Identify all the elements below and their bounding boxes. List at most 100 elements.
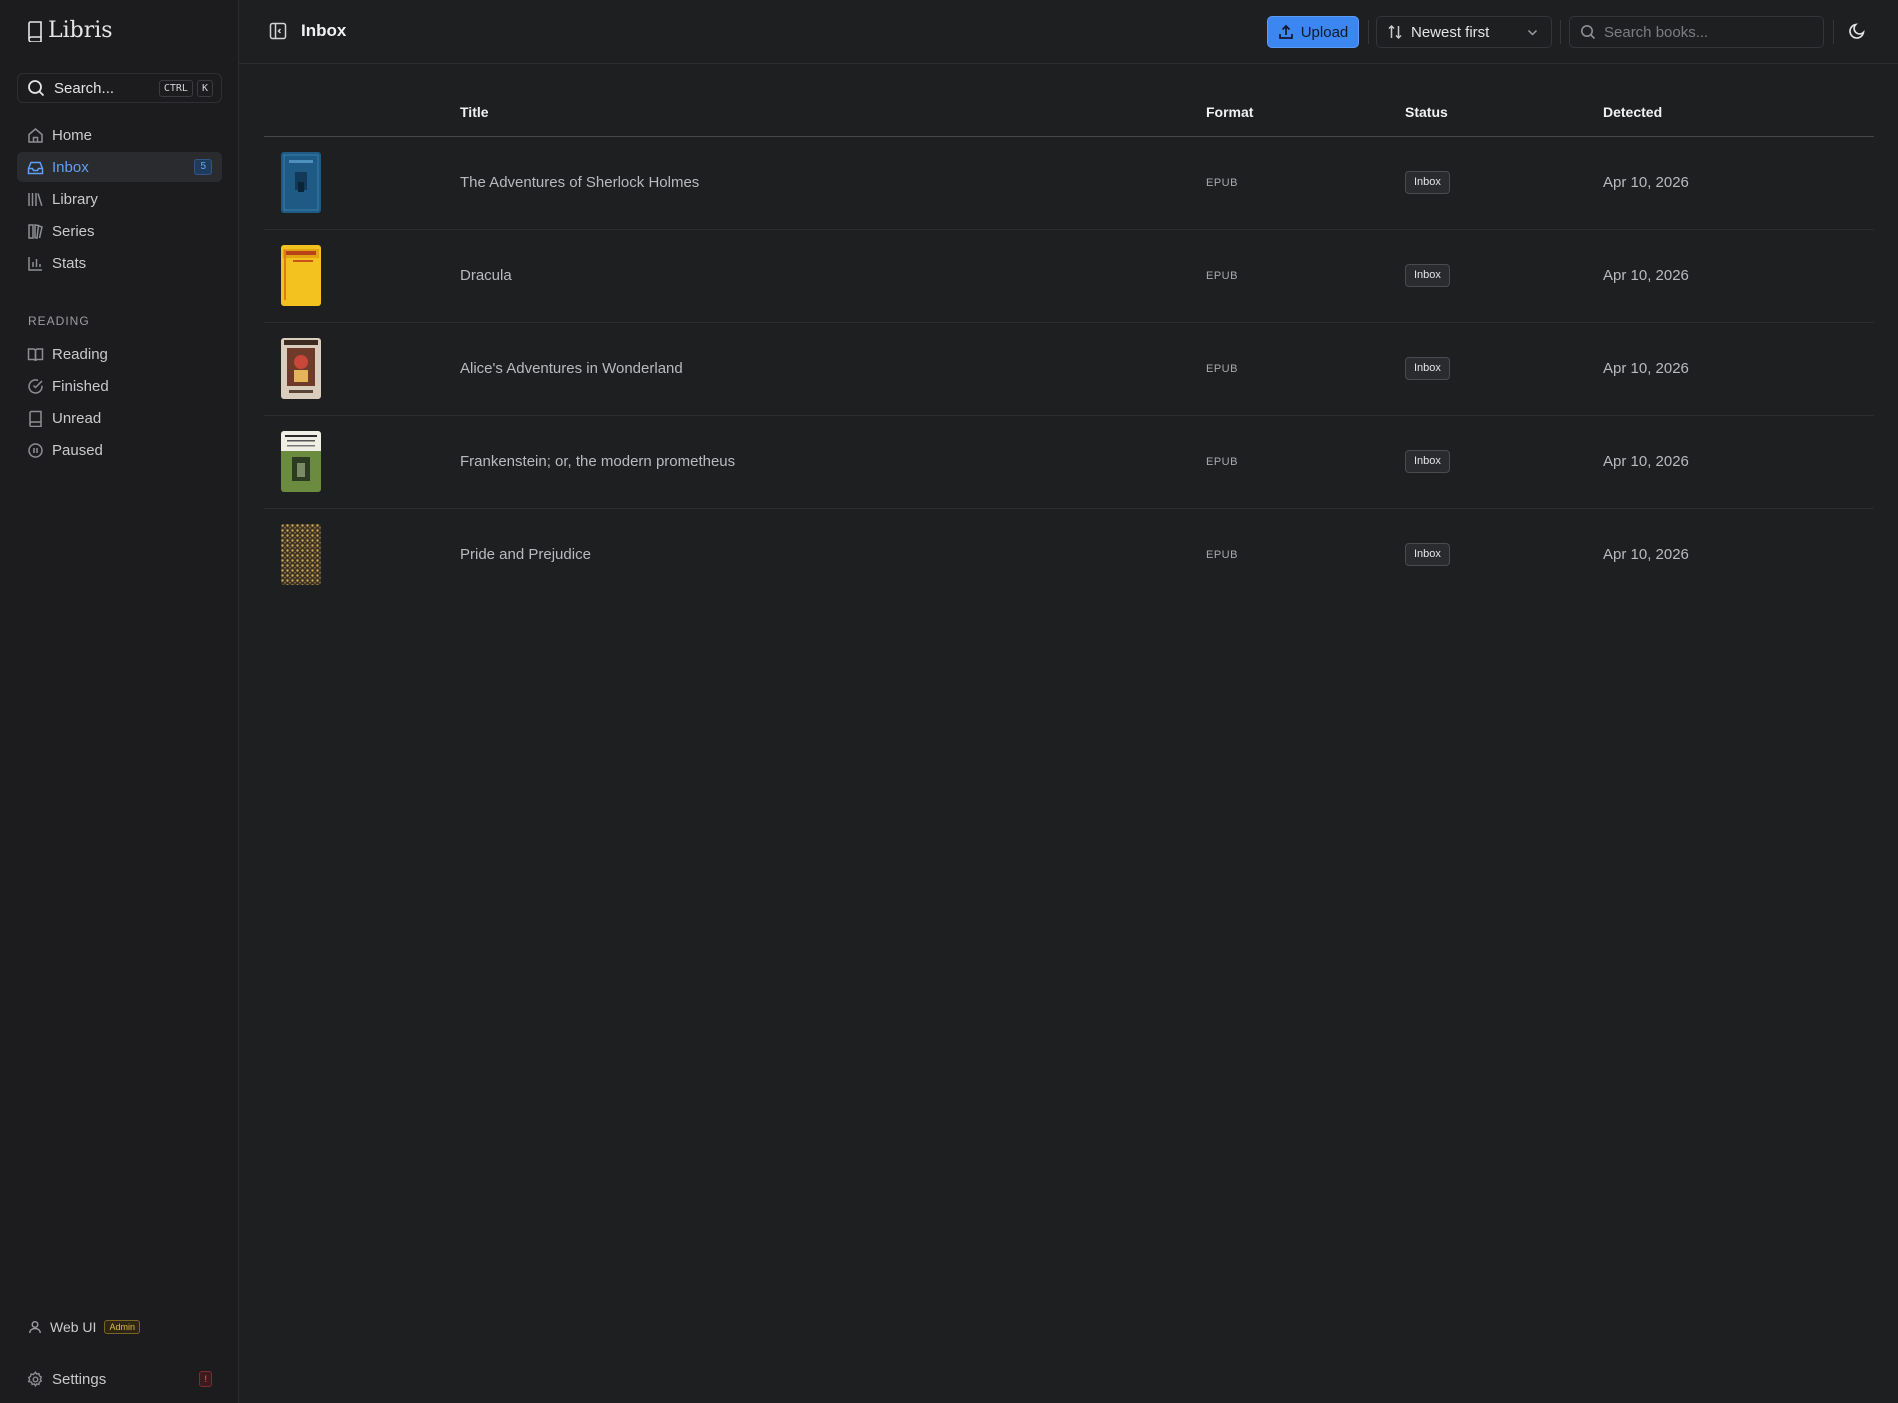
command-search-button[interactable]: Search... CTRL K (17, 73, 222, 103)
check-circle-icon (28, 378, 43, 394)
gear-icon (27, 1370, 43, 1387)
sidebar-item-paused[interactable]: Paused (17, 435, 222, 465)
sidebar-item-label: Library (52, 190, 98, 208)
book-title: Pride and Prejudice (460, 546, 591, 563)
sort-icon (1388, 24, 1402, 40)
sidebar-item-label: Unread (52, 409, 102, 427)
book-cover-art (281, 152, 321, 213)
sidebar: Libris Search... CTRL K Home Inbox 5 Lib… (0, 0, 239, 1403)
column-header-title[interactable]: Title (460, 104, 489, 120)
table-row[interactable]: Alice's Adventures in Wonderland EPUB In… (264, 323, 1874, 416)
detected-date: Apr 10, 2026 (1603, 453, 1689, 470)
user-icon (29, 1321, 41, 1334)
table-row[interactable]: Frankenstein; or, the modern prometheus … (264, 416, 1874, 509)
status-badge: Inbox (1405, 171, 1450, 194)
sidebar-item-library[interactable]: Library (17, 184, 222, 214)
book-cover-image (281, 152, 321, 213)
book-cover-image (281, 431, 321, 492)
inbox-table: Title Format Status Detected The Adventu… (264, 90, 1874, 602)
book-search-box (1569, 16, 1824, 48)
inbox-icon (27, 161, 44, 174)
main-nav: Home Inbox 5 Library Series Stats (17, 120, 222, 280)
sidebar-item-label: Stats (52, 254, 87, 272)
detected-date: Apr 10, 2026 (1603, 174, 1689, 191)
sidebar-item-label: Home (52, 126, 93, 144)
column-header-status[interactable]: Status (1405, 104, 1448, 120)
book-cover-art (281, 431, 321, 492)
book-title: Dracula (460, 267, 512, 284)
book-cover-image (281, 524, 321, 585)
status-badge: Inbox (1405, 264, 1450, 287)
main-content: Inbox Upload Newest first Search books..… (239, 0, 1898, 1403)
shortcut-key-ctrl: CTRL (158, 80, 193, 97)
user-name: Web UI (50, 1319, 97, 1335)
status-badge: Inbox (1405, 357, 1450, 380)
sidebar-item-settings[interactable]: Settings ! (17, 1364, 222, 1394)
settings-alert-badge: ! (199, 1371, 212, 1387)
stats-icon (28, 256, 42, 271)
sidebar-item-label: Inbox (52, 158, 89, 176)
sidebar-item-finished[interactable]: Finished (17, 371, 222, 401)
status-badge: Inbox (1405, 450, 1450, 473)
sort-select[interactable]: Newest first (1376, 16, 1552, 48)
book-format: EPUB (1206, 363, 1238, 375)
toolbar-divider (1560, 20, 1561, 44)
shortcut-key-k: K (196, 80, 213, 97)
book-format: EPUB (1206, 270, 1238, 282)
sidebar-item-inbox[interactable]: Inbox 5 (17, 152, 222, 182)
app-logo-text: Libris (48, 18, 113, 43)
sidebar-item-label: Series (52, 222, 95, 240)
sidebar-item-label: Paused (52, 441, 103, 459)
pause-circle-icon (28, 442, 43, 458)
command-search-label: Search... (54, 79, 115, 97)
sidebar-item-reading[interactable]: Reading (17, 339, 222, 369)
table-row[interactable]: The Adventures of Sherlock Holmes EPUB I… (264, 137, 1874, 230)
table-row[interactable]: Dracula EPUB Inbox Apr 10, 2026 (264, 230, 1874, 323)
upload-icon (1278, 24, 1293, 39)
library-icon (28, 192, 43, 206)
sort-selected-value: Newest first (1411, 23, 1490, 41)
search-icon (28, 80, 45, 97)
book-format: EPUB (1206, 549, 1238, 561)
book-title: Alice's Adventures in Wonderland (460, 360, 683, 377)
book-cover-image (281, 245, 321, 306)
book-format: EPUB (1206, 177, 1238, 189)
book-cover-image (281, 338, 321, 399)
series-icon (28, 223, 43, 239)
search-icon (1581, 25, 1596, 40)
home-icon (28, 127, 43, 143)
app-logo[interactable]: Libris (26, 18, 113, 43)
detected-date: Apr 10, 2026 (1603, 267, 1689, 284)
table-row[interactable]: Pride and Prejudice EPUB Inbox Apr 10, 2… (264, 509, 1874, 602)
column-header-format[interactable]: Format (1206, 104, 1253, 120)
sidebar-item-stats[interactable]: Stats (17, 248, 222, 278)
closed-book-icon (29, 410, 42, 427)
book-title: The Adventures of Sherlock Holmes (460, 174, 700, 191)
app-root: Libris Search... CTRL K Home Inbox 5 Lib… (0, 0, 1898, 1403)
detected-date: Apr 10, 2026 (1603, 546, 1689, 563)
sidebar-item-label: Finished (52, 377, 109, 395)
sidebar-item-home[interactable]: Home (17, 120, 222, 150)
upload-button[interactable]: Upload (1267, 16, 1359, 48)
admin-role-badge: Admin (104, 1320, 140, 1334)
book-format: EPUB (1206, 456, 1238, 468)
top-bar: Inbox Upload Newest first (239, 0, 1898, 64)
upload-button-label: Upload (1300, 23, 1349, 41)
toolbar-divider (1368, 20, 1369, 44)
shortcut-hint: CTRL K (158, 80, 213, 97)
sidebar-item-series[interactable]: Series (17, 216, 222, 246)
detected-date: Apr 10, 2026 (1603, 360, 1689, 377)
book-search-input[interactable] (1604, 23, 1814, 41)
sidebar-toggle-icon[interactable] (269, 22, 287, 40)
current-user[interactable]: Web UI Admin (28, 1319, 140, 1335)
book-logo-icon (28, 20, 42, 42)
reading-section-label: READING (28, 314, 90, 328)
status-badge: Inbox (1405, 543, 1450, 566)
sidebar-item-label: Reading (52, 345, 108, 363)
moon-icon[interactable] (1848, 22, 1866, 40)
column-header-detected[interactable]: Detected (1603, 104, 1662, 120)
table-header: Title Format Status Detected (264, 90, 1874, 137)
book-title: Frankenstein; or, the modern prometheus (460, 453, 736, 470)
sidebar-item-unread[interactable]: Unread (17, 403, 222, 433)
inbox-count-badge: 5 (194, 159, 212, 175)
